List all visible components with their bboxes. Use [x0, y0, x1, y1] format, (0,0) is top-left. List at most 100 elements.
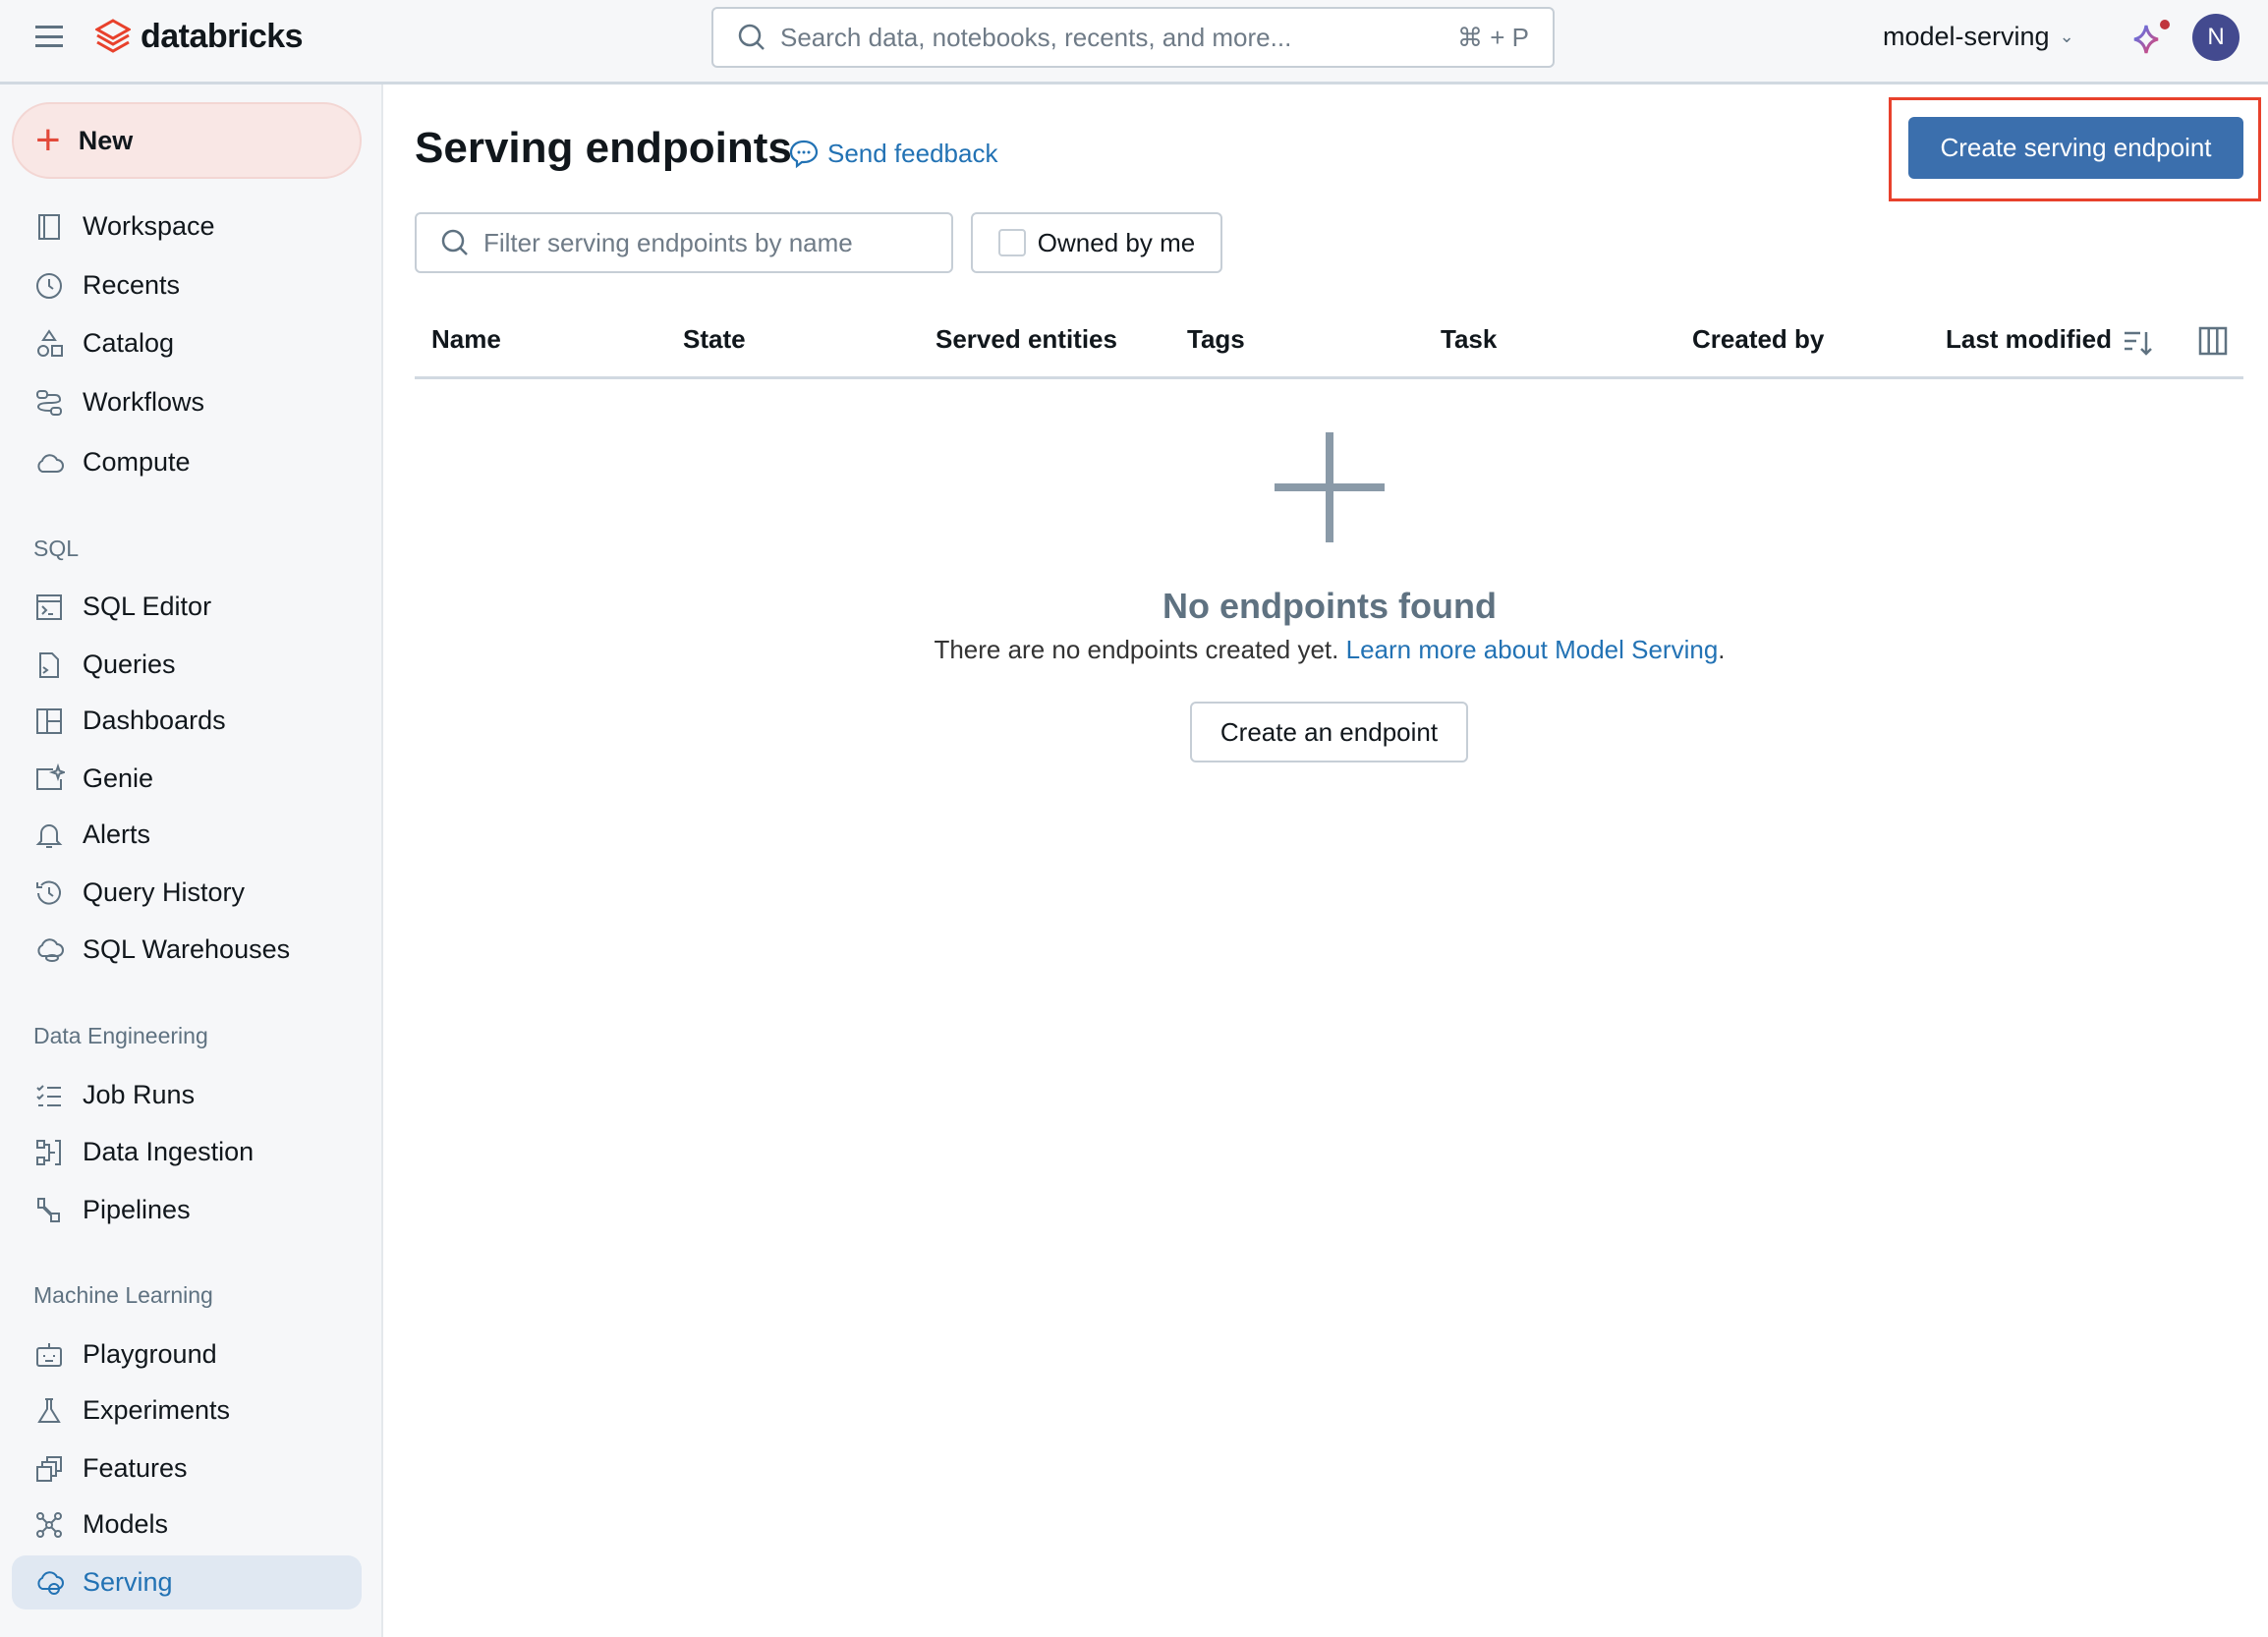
search-icon — [441, 229, 468, 255]
dashboards-icon — [36, 707, 62, 734]
sidebar-item-compute[interactable]: Compute — [12, 435, 362, 489]
user-avatar[interactable]: N — [2192, 14, 2240, 61]
send-feedback-label: Send feedback — [827, 138, 998, 168]
features-icon — [36, 1455, 62, 1482]
playground-icon — [36, 1342, 62, 1367]
sidebar-item-catalog[interactable]: Catalog — [12, 316, 362, 370]
data-ingestion-icon — [36, 1139, 61, 1165]
workspace-icon — [38, 213, 60, 240]
page-title: Serving endpoints — [415, 124, 792, 172]
catalog-icon — [37, 328, 63, 357]
sidebar-item-label: Models — [83, 1509, 169, 1539]
columns-icon[interactable] — [2198, 326, 2228, 356]
create-serving-endpoint-button[interactable]: Create serving endpoint — [1908, 117, 2243, 179]
column-header-state[interactable]: State — [683, 324, 746, 355]
sidebar-item-playground[interactable]: Playground — [12, 1327, 362, 1382]
create-button-label: Create serving endpoint — [1940, 133, 2212, 162]
search-placeholder: Search data, notebooks, recents, and mor… — [780, 22, 1292, 52]
owned-by-me-label: Owned by me — [1037, 227, 1196, 257]
genie-icon — [36, 762, 65, 790]
empty-description: There are no endpoints created yet. — [934, 635, 1339, 664]
alerts-icon — [35, 823, 63, 848]
sidebar-item-label: Pipelines — [83, 1195, 191, 1224]
sidebar-item-features[interactable]: Features — [12, 1441, 362, 1496]
pipelines-icon — [37, 1197, 60, 1222]
sidebar-item-label: Catalog — [83, 328, 175, 358]
workflows-icon — [36, 389, 62, 416]
filter-placeholder: Filter serving endpoints by name — [483, 227, 853, 257]
compute-icon — [37, 453, 64, 473]
sidebar-item-alerts[interactable]: Alerts — [12, 808, 362, 862]
avatar-initial: N — [2207, 24, 2225, 50]
query-history-icon — [36, 880, 61, 905]
sidebar-item-label: Features — [83, 1453, 188, 1483]
learn-more-link[interactable]: Learn more about Model Serving — [1346, 635, 1719, 664]
sidebar-item-label: Dashboards — [83, 706, 226, 735]
sidebar-section-machine-learning: Machine Learning — [33, 1282, 213, 1308]
sidebar-item-label: Workspace — [83, 211, 215, 241]
column-header-created-by[interactable]: Created by — [1692, 324, 1824, 355]
databricks-logo[interactable]: databricks — [95, 18, 304, 56]
sidebar-item-experiments[interactable]: Experiments — [12, 1383, 362, 1438]
send-feedback-link[interactable]: Send feedback — [788, 138, 997, 169]
create-endpoint-label: Create an endpoint — [1219, 716, 1439, 747]
column-header-served-entities[interactable]: Served entities — [936, 324, 1117, 355]
sidebar-item-pipelines[interactable]: Pipelines — [12, 1183, 362, 1237]
models-icon — [36, 1511, 62, 1538]
sidebar-item-recents[interactable]: Recents — [12, 258, 362, 312]
table-header-divider — [415, 376, 2243, 379]
new-button[interactable]: + New — [12, 102, 362, 179]
search-icon — [738, 24, 765, 50]
sidebar-item-label: Genie — [83, 763, 154, 793]
sidebar-item-genie[interactable]: Genie — [12, 752, 362, 806]
sidebar-item-query-history[interactable]: Query History — [12, 866, 362, 920]
empty-state-title: No endpoints found — [1162, 586, 1497, 626]
sidebar-item-serving[interactable]: Serving — [12, 1555, 362, 1609]
column-header-last-modified[interactable]: Last modified — [1946, 324, 2112, 355]
column-header-tags[interactable]: Tags — [1187, 324, 1245, 355]
sidebar-item-label: Alerts — [83, 819, 151, 849]
sidebar-item-workspace[interactable]: Workspace — [12, 199, 362, 254]
workspace-switcher[interactable]: model-serving ⌄ — [1883, 22, 2074, 52]
sidebar-item-models[interactable]: Models — [12, 1497, 362, 1552]
sidebar-item-label: Job Runs — [83, 1080, 196, 1109]
chat-bubble-icon — [789, 140, 819, 169]
sql-warehouses-icon — [37, 937, 64, 962]
owned-by-me-toggle[interactable]: Owned by me — [971, 212, 1222, 273]
sidebar-item-label: Data Ingestion — [83, 1137, 255, 1166]
sidebar-item-label: Experiments — [83, 1395, 231, 1425]
sidebar-item-label: Workflows — [83, 387, 205, 417]
sidebar-item-data-ingestion[interactable]: Data Ingestion — [12, 1125, 362, 1179]
sidebar-item-label: Compute — [83, 447, 191, 477]
chevron-down-icon: ⌄ — [2059, 27, 2074, 46]
assistant-sparkle-icon[interactable] — [2130, 20, 2170, 59]
plus-icon: + — [35, 116, 61, 164]
sidebar-item-label: Playground — [83, 1339, 217, 1369]
search-shortcut: ⌘ + P — [1457, 22, 1529, 52]
column-header-name[interactable]: Name — [431, 324, 501, 355]
new-label: New — [78, 125, 134, 155]
empty-period: . — [1718, 635, 1726, 664]
empty-state-text: There are no endpoints created yet. Lear… — [0, 635, 2268, 665]
column-header-task[interactable]: Task — [1441, 324, 1497, 355]
sidebar-item-label: Recents — [83, 270, 181, 300]
empty-plus-icon — [1275, 432, 1385, 542]
sort-descending-icon[interactable] — [2123, 328, 2154, 358]
sidebar-item-sql-warehouses[interactable]: SQL Warehouses — [12, 923, 362, 977]
sidebar-item-job-runs[interactable]: Job Runs — [12, 1068, 362, 1122]
global-search-input[interactable]: Search data, notebooks, recents, and mor… — [711, 7, 1555, 68]
sidebar-item-dashboards[interactable]: Dashboards — [12, 694, 362, 748]
sidebar-section-sql: SQL — [33, 536, 80, 561]
owned-by-me-checkbox[interactable] — [997, 229, 1026, 256]
sidebar-item-workflows[interactable]: Workflows — [12, 375, 362, 429]
filter-endpoints-input[interactable]: Filter serving endpoints by name — [415, 212, 953, 273]
create-an-endpoint-button[interactable]: Create an endpoint — [1190, 702, 1468, 762]
databricks-logo-icon — [95, 18, 131, 53]
sidebar-section-data-engineering: Data Engineering — [33, 1023, 208, 1048]
top-bar: databricks Search data, notebooks, recen… — [0, 0, 2268, 85]
serving-icon — [37, 1570, 64, 1595]
hamburger-menu-icon[interactable] — [35, 26, 63, 47]
recents-icon — [36, 272, 62, 299]
sidebar-item-label: Query History — [83, 877, 246, 907]
workspace-name: model-serving — [1883, 22, 2050, 51]
